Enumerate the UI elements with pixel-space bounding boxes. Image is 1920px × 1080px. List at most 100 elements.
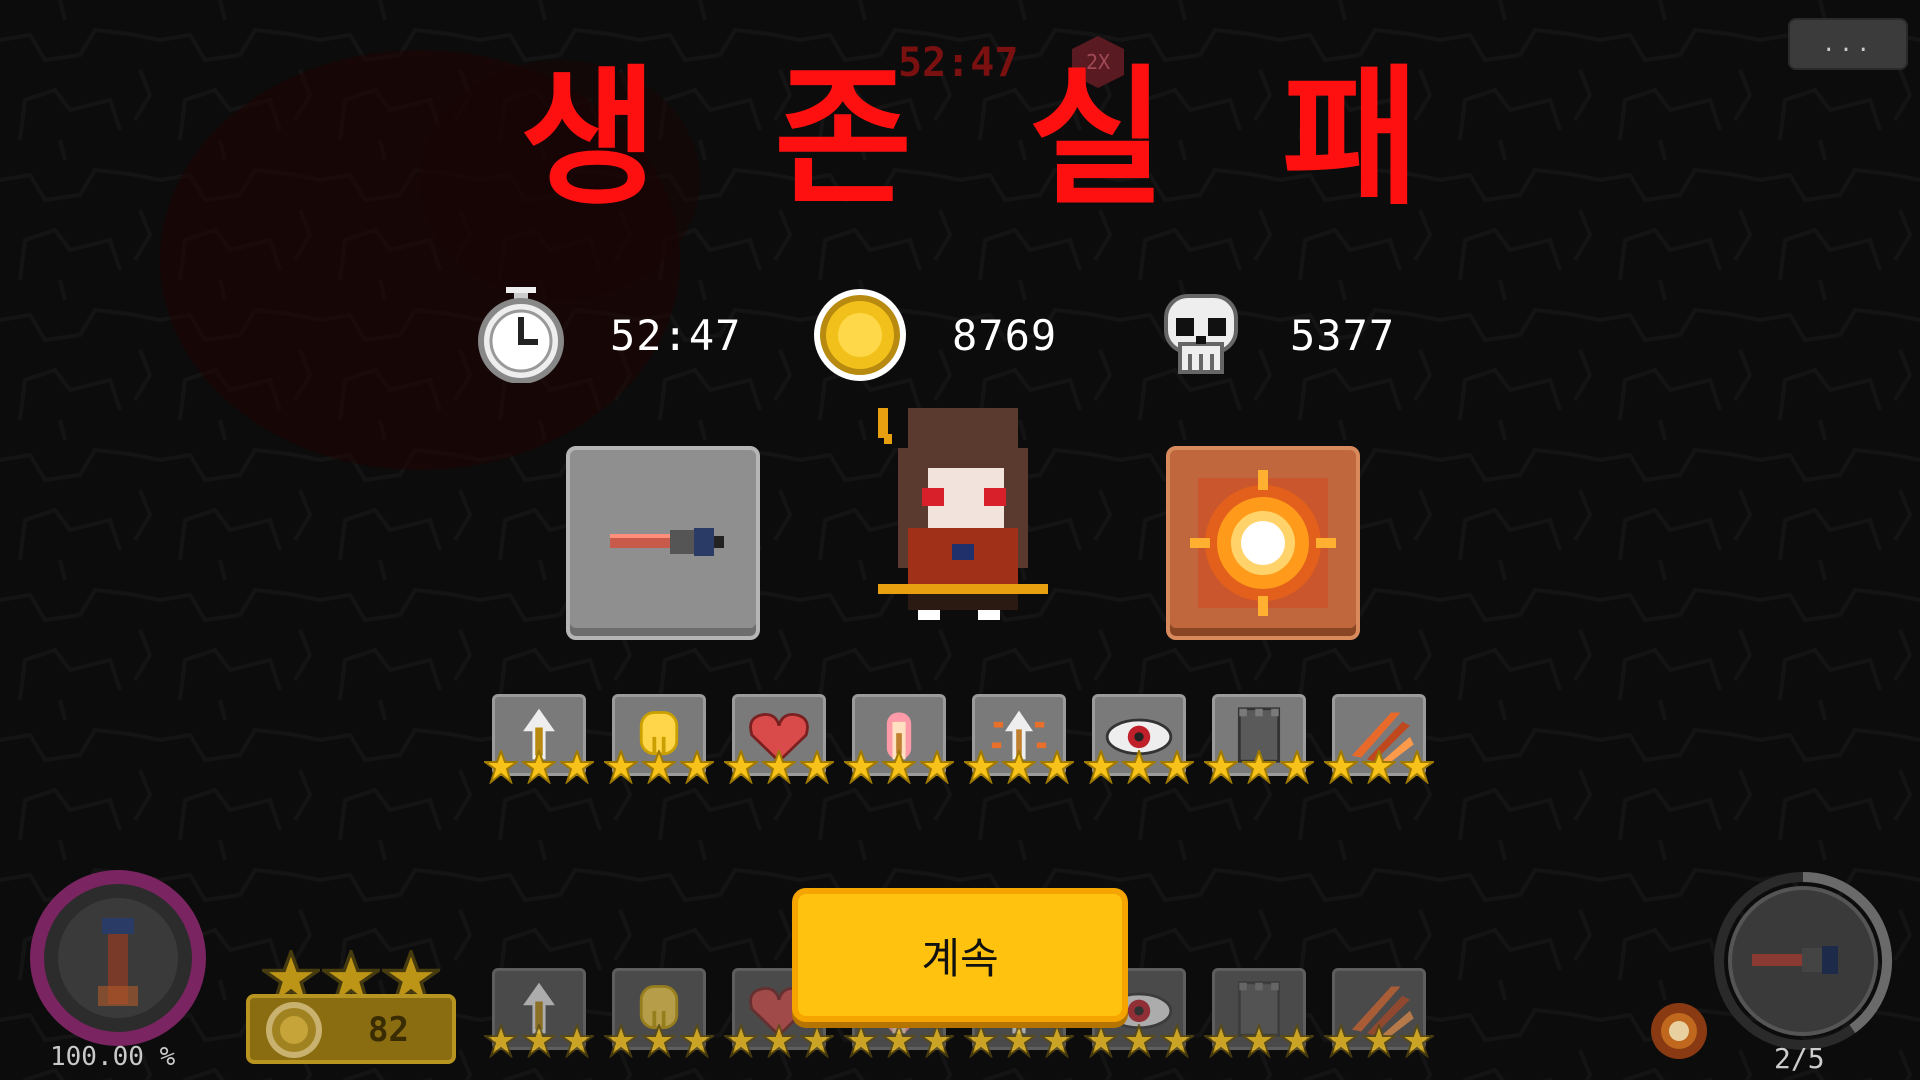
menu-button[interactable]: ...	[1788, 18, 1908, 70]
star-icon	[1362, 1024, 1396, 1058]
star-icon	[920, 750, 954, 784]
passive-item[interactable]	[484, 968, 594, 1058]
passive-item-stars	[844, 1024, 954, 1058]
star-icon	[762, 750, 796, 784]
star-icon	[724, 1024, 758, 1058]
game-over-title: 생 존 실 패	[520, 40, 1420, 226]
kills-value: 5377	[1290, 310, 1396, 360]
continue-button[interactable]: 계속	[792, 888, 1128, 1022]
passive-item[interactable]	[724, 694, 834, 784]
star-icon	[762, 1024, 796, 1058]
star-icon	[522, 1024, 556, 1058]
passive-item[interactable]	[964, 694, 1074, 784]
player-character	[878, 408, 1048, 620]
coin-panel: 82	[246, 994, 456, 1064]
weapon-count: 2/5	[1774, 1042, 1825, 1075]
passive-item[interactable]	[604, 968, 714, 1058]
star-icon	[1204, 750, 1238, 784]
star-icon	[1084, 750, 1118, 784]
star-icon	[1160, 1024, 1194, 1058]
title-char: 존	[773, 51, 912, 226]
passive-item-stars	[724, 1024, 834, 1058]
passive-item-stars	[484, 1024, 594, 1058]
passive-item-stars	[964, 1024, 1074, 1058]
tower-avatar-icon	[98, 918, 138, 1006]
stat-time: 52:47	[476, 285, 741, 385]
star-icon	[882, 1024, 916, 1058]
passive-item[interactable]	[1204, 694, 1314, 784]
star-icon	[642, 750, 676, 784]
stat-kills: 5377	[1156, 285, 1395, 385]
passive-item-stars	[964, 750, 1074, 784]
star-icon	[844, 750, 878, 784]
star-icon	[680, 1024, 714, 1058]
star-icon	[1160, 750, 1194, 784]
star-icon	[642, 1024, 676, 1058]
passive-item-stars	[604, 1024, 714, 1058]
star-icon	[1122, 750, 1156, 784]
torch-weapon-icon	[1752, 946, 1838, 974]
star-icon	[964, 1024, 998, 1058]
star-icon	[1204, 1024, 1238, 1058]
star-icon	[1122, 1024, 1156, 1058]
passive-item-stars	[1204, 1024, 1314, 1058]
gold-value: 8769	[952, 310, 1058, 360]
star-icon	[1002, 1024, 1036, 1058]
star-icon	[1280, 750, 1314, 784]
passive-item-stars	[604, 750, 714, 784]
passive-item-stars	[844, 750, 954, 784]
star-icon	[1242, 1024, 1276, 1058]
title-char: 패	[1281, 51, 1420, 226]
title-char: 생	[520, 51, 659, 226]
player-portrait[interactable]	[30, 870, 206, 1046]
passive-item-stars	[1324, 1024, 1434, 1058]
weapon-hud-button[interactable]	[1728, 886, 1878, 1036]
passive-item-stars	[1324, 750, 1434, 784]
passive-item-stars	[724, 750, 834, 784]
star-icon	[604, 750, 638, 784]
passive-item[interactable]	[1324, 968, 1434, 1058]
star-icon	[1084, 1024, 1118, 1058]
star-icon	[964, 750, 998, 784]
sun-burst-skill-icon	[1190, 470, 1336, 616]
star-icon	[560, 1024, 594, 1058]
passive-item[interactable]	[1324, 694, 1434, 784]
weapon-slot[interactable]	[566, 446, 760, 640]
stopwatch-icon	[478, 287, 564, 383]
star-icon	[1280, 1024, 1314, 1058]
title-char: 실	[1027, 51, 1166, 226]
hp-percent-text: 100.00 %	[50, 1042, 176, 1072]
time-value: 52:47	[610, 310, 742, 360]
coin-count: 82	[368, 1010, 409, 1050]
star-icon	[1362, 750, 1396, 784]
star-icon	[1324, 1024, 1358, 1058]
star-icon	[1040, 750, 1074, 784]
star-icon	[1400, 1024, 1434, 1058]
skill-slot[interactable]	[1166, 446, 1360, 640]
star-icon	[882, 750, 916, 784]
stat-gold: 8769	[812, 285, 1057, 385]
passive-item[interactable]	[604, 694, 714, 784]
coin-icon	[814, 289, 906, 381]
passive-item[interactable]	[1204, 968, 1314, 1058]
star-icon	[484, 1024, 518, 1058]
passive-item-stars	[484, 750, 594, 784]
passive-items-row	[484, 694, 1434, 784]
star-icon	[800, 750, 834, 784]
star-icon	[724, 750, 758, 784]
star-icon	[1242, 750, 1276, 784]
star-icon	[920, 1024, 954, 1058]
star-icon	[844, 1024, 878, 1058]
sun-skill-hud-icon[interactable]	[1648, 1000, 1710, 1062]
passive-item[interactable]	[1084, 694, 1194, 784]
star-icon	[1400, 750, 1434, 784]
torch-weapon-icon	[610, 528, 724, 556]
avatar	[58, 898, 178, 1018]
passive-item[interactable]	[844, 694, 954, 784]
star-icon	[680, 750, 714, 784]
star-icon	[560, 750, 594, 784]
star-icon	[604, 1024, 638, 1058]
skull-icon	[1164, 294, 1238, 374]
star-icon	[484, 750, 518, 784]
passive-item[interactable]	[484, 694, 594, 784]
